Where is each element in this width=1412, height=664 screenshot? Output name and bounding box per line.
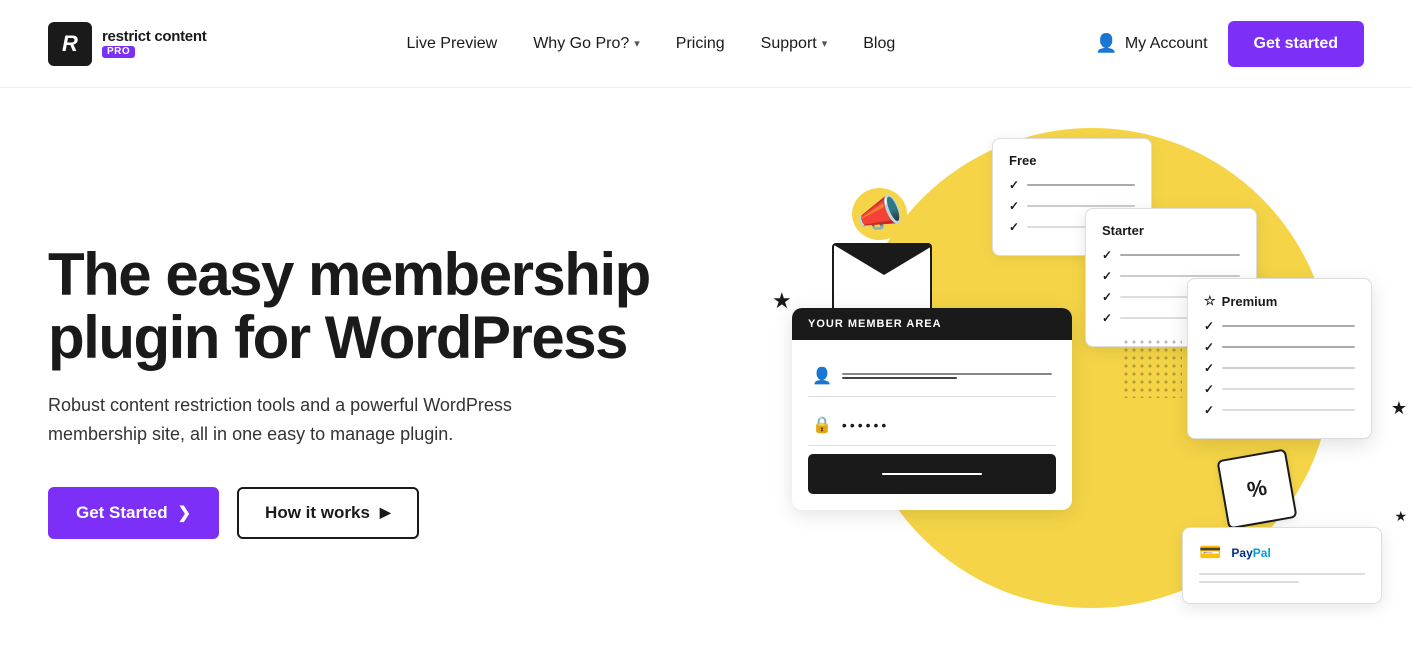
pricing-starter-row-1: ✓ (1102, 248, 1240, 262)
hero-get-started-label: Get Started (76, 503, 168, 523)
payment-row: 💳 PayPal (1199, 542, 1365, 563)
pricing-line-12 (1222, 409, 1355, 411)
logo-icon: R (48, 22, 92, 66)
pricing-line-11 (1222, 388, 1355, 390)
pricing-premium-label: Premium (1222, 294, 1278, 309)
get-started-nav-button[interactable]: Get started (1228, 21, 1364, 67)
star-2: ★ (1391, 398, 1407, 419)
logo-icon-text: R (62, 31, 78, 57)
pricing-premium-row-4: ✓ (1204, 382, 1355, 396)
logo-text: restrict content PRO (102, 29, 206, 58)
check-icon-11: ✓ (1204, 382, 1214, 396)
user-icon: 👤 (1095, 33, 1117, 54)
pricing-line-8 (1222, 325, 1355, 327)
my-account-label: My Account (1125, 35, 1208, 53)
nav-why-go-pro[interactable]: Why Go Pro? ▾ (533, 35, 640, 53)
member-area-header: YOUR MEMBER AREA (792, 308, 1072, 340)
check-icon-2: ✓ (1009, 199, 1019, 213)
password-input-row: 🔒 •••••• (808, 405, 1056, 446)
logo-pro-badge: PRO (102, 46, 135, 58)
pricing-line-9 (1222, 346, 1355, 348)
hero-get-started-button[interactable]: Get Started ❯ (48, 487, 219, 539)
star-1: ★ (772, 288, 792, 314)
check-icon-8: ✓ (1204, 319, 1214, 333)
dots-decoration (1122, 338, 1182, 398)
hero-left: The easy membership plugin for WordPress… (48, 243, 688, 539)
star-3: ★ (1394, 508, 1407, 525)
submit-bar (808, 454, 1056, 494)
pricing-premium-card: ☆ Premium ✓ ✓ ✓ ✓ ✓ (1187, 278, 1372, 439)
pricing-line-2 (1027, 205, 1135, 207)
pricing-premium-row-2: ✓ (1204, 340, 1355, 354)
check-icon-9: ✓ (1204, 340, 1214, 354)
pricing-free-row-1: ✓ (1009, 178, 1135, 192)
nav-live-preview[interactable]: Live Preview (407, 35, 498, 53)
pricing-premium-row-5: ✓ (1204, 403, 1355, 417)
username-input-row: 👤 (808, 356, 1056, 397)
payment-line-1 (1199, 573, 1365, 575)
main-nav: R restrict content PRO Live Preview Why … (0, 0, 1412, 88)
hero-illustration: ★ ★ ★ 📣 (712, 88, 1412, 664)
logo-link[interactable]: R restrict content PRO (48, 22, 206, 66)
check-icon-6: ✓ (1102, 290, 1112, 304)
discount-icon: % (1245, 474, 1269, 503)
pricing-line-4 (1120, 254, 1240, 256)
hero-section: The easy membership plugin for WordPress… (0, 88, 1412, 664)
nav-links: Live Preview Why Go Pro? ▾ Pricing Suppo… (407, 35, 896, 53)
credit-card-icon: 💳 (1199, 542, 1221, 563)
star-premium-icon: ☆ (1204, 293, 1216, 309)
pricing-line-1 (1027, 184, 1135, 186)
why-go-pro-chevron: ▾ (634, 37, 640, 50)
check-icon-5: ✓ (1102, 269, 1112, 283)
my-account-link[interactable]: 👤 My Account (1095, 33, 1207, 54)
pricing-line-10 (1222, 367, 1355, 369)
support-chevron: ▾ (822, 37, 828, 50)
logo-brand-name: restrict content (102, 29, 206, 44)
check-icon-1: ✓ (1009, 178, 1019, 192)
check-icon-7: ✓ (1102, 311, 1112, 325)
hero-how-it-works-arrow: ▶ (380, 504, 391, 521)
pricing-starter-label: Starter (1102, 223, 1144, 238)
nav-right: 👤 My Account Get started (1095, 21, 1364, 67)
hero-subtitle: Robust content restriction tools and a p… (48, 391, 568, 449)
paypal-label: PayPal (1231, 546, 1270, 560)
pricing-free-label: Free (1009, 153, 1036, 168)
check-icon-3: ✓ (1009, 220, 1019, 234)
pricing-premium-row-3: ✓ (1204, 361, 1355, 375)
hero-get-started-arrow: ❯ (178, 503, 191, 523)
check-icon-12: ✓ (1204, 403, 1214, 417)
check-icon-10: ✓ (1204, 361, 1214, 375)
submit-line (882, 473, 982, 475)
hero-how-it-works-label: How it works (265, 503, 370, 523)
hero-how-it-works-button[interactable]: How it works ▶ (237, 487, 419, 539)
payment-methods-card: 💳 PayPal (1182, 527, 1382, 604)
member-card-body: 👤 🔒 •••••• (792, 340, 1072, 510)
pricing-line-5 (1120, 275, 1240, 277)
password-dots: •••••• (842, 417, 889, 433)
hero-title: The easy membership plugin for WordPress (48, 243, 688, 369)
nav-support[interactable]: Support ▾ (761, 35, 828, 53)
member-area-card: YOUR MEMBER AREA 👤 🔒 •••••• (792, 308, 1072, 510)
check-icon-4: ✓ (1102, 248, 1112, 262)
nav-pricing[interactable]: Pricing (676, 35, 725, 53)
hero-buttons: Get Started ❯ How it works ▶ (48, 487, 688, 539)
password-icon: 🔒 (812, 415, 832, 435)
megaphone-icon: 📣 (852, 188, 907, 240)
username-icon: 👤 (812, 366, 832, 386)
discount-tag: % (1216, 448, 1297, 529)
nav-blog[interactable]: Blog (863, 35, 895, 53)
payment-line-2 (1199, 581, 1299, 583)
pricing-premium-row-1: ✓ (1204, 319, 1355, 333)
